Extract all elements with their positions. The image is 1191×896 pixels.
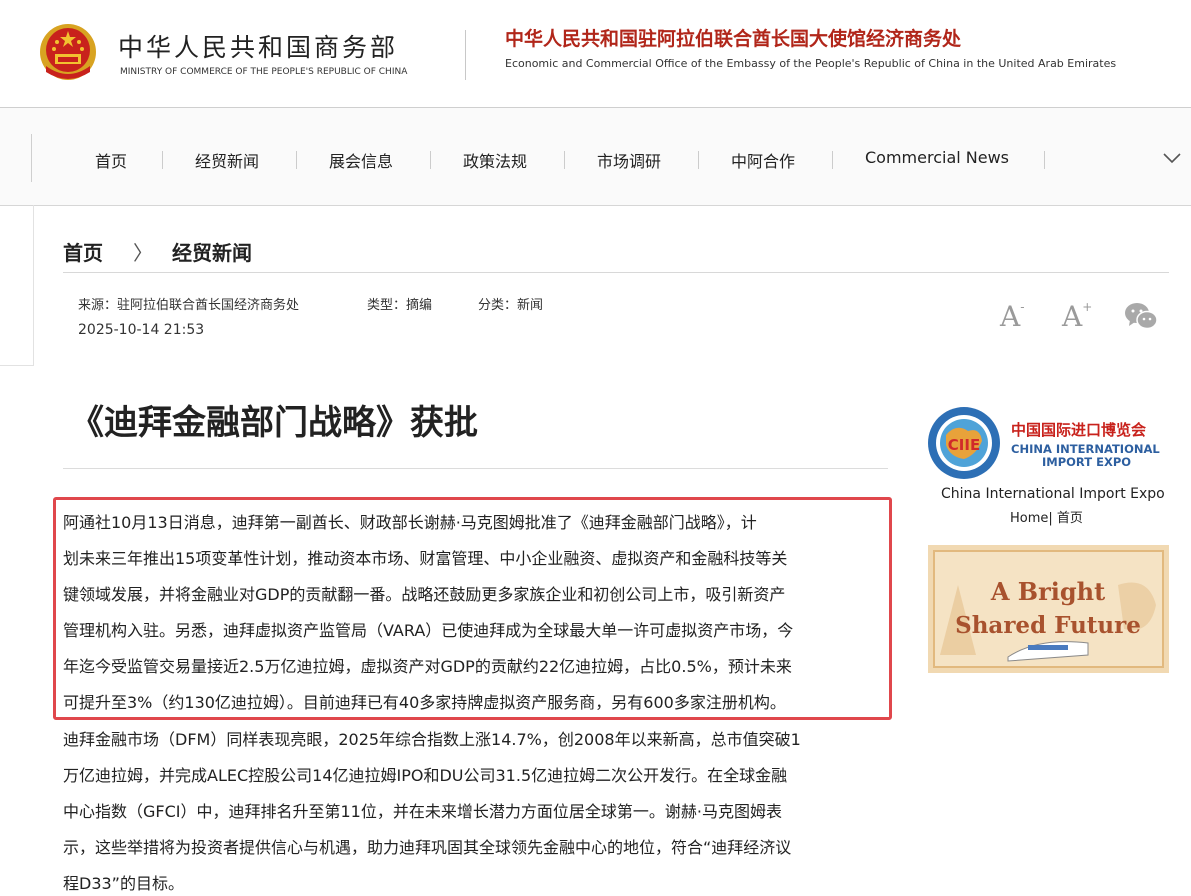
- banner-line1: A Bright: [990, 577, 1105, 606]
- nav-item-trade-news[interactable]: 经贸新闻: [195, 148, 259, 172]
- nav-divider: [31, 134, 32, 182]
- font-decrease-button[interactable]: A-: [1000, 300, 1025, 333]
- nav-separator: [698, 151, 699, 169]
- nav-separator: [1044, 151, 1045, 169]
- nav-separator: [832, 151, 833, 169]
- banner-line2: Shared Future: [955, 612, 1141, 639]
- nav-separator: [296, 151, 297, 169]
- font-increase-label: A: [1062, 300, 1083, 333]
- font-decrease-label: A: [1000, 300, 1021, 333]
- article-line: 管理机构入驻。另悉，迪拜虚拟资产监管局（VARA）已使迪拜成为全球最大单一许可虚…: [63, 621, 794, 640]
- article-line: 万亿迪拉姆，并完成ALEC控股公司14亿迪拉姆IPO和DU公司31.5亿迪拉姆二…: [63, 766, 788, 785]
- article-line: 阿通社10月13日消息，迪拜第一副酋长、财政部长谢赫·马克图姆批准了《迪拜金融部…: [63, 513, 757, 532]
- ciie-logo-cn: 中国国际进口博览会: [1011, 421, 1146, 439]
- nav-item-exhibitions[interactable]: 展会信息: [329, 148, 393, 172]
- left-panel-edge: [0, 205, 34, 366]
- article-category: 分类：新闻: [478, 298, 544, 313]
- chevron-down-icon[interactable]: [1163, 152, 1181, 164]
- nav-item-market-research[interactable]: 市场调研: [597, 148, 661, 172]
- article-title: 《迪拜金融部门战略》获批: [70, 403, 478, 443]
- ciie-home-link[interactable]: Home| 首页: [1010, 507, 1083, 526]
- nav-separator: [430, 151, 431, 169]
- font-increase-button[interactable]: A+: [1062, 300, 1092, 333]
- ciie-logo-en1: CHINA INTERNATIONAL: [1011, 442, 1160, 456]
- nav-separator: [162, 151, 163, 169]
- ciie-logo-en2: IMPORT EXPO: [1042, 455, 1131, 469]
- breadcrumb-home[interactable]: 首页: [63, 237, 103, 266]
- bright-shared-future-banner[interactable]: A Bright Shared Future: [928, 545, 1169, 673]
- article-date: 2025-10-14 21:53: [78, 322, 205, 338]
- main-nav: 首页 经贸新闻 展会信息 政策法规 市场调研 中阿合作 Commercial N…: [0, 108, 1191, 206]
- office-name-cn[interactable]: 中华人民共和国驻阿拉伯联合酋长国大使馆经济商务处: [505, 24, 961, 51]
- nav-separator: [564, 151, 565, 169]
- article-line: 可提升至3%（约130亿迪拉姆）。目前迪拜已有40多家持牌虚拟资产服务商，另有6…: [63, 693, 786, 712]
- title-divider: [63, 468, 888, 469]
- site-header: 中华人民共和国商务部 MINISTRY OF COMMERCE OF THE P…: [0, 0, 1191, 108]
- nav-item-policies[interactable]: 政策法规: [463, 148, 527, 172]
- ministry-name-en[interactable]: MINISTRY OF COMMERCE OF THE PEOPLE'S REP…: [120, 67, 407, 77]
- article-line: 程D33”的目标。: [63, 874, 184, 893]
- article-line: 划未来三年推出15项变革性计划，推动资本市场、财富管理、中小企业融资、虚拟资产和…: [63, 549, 788, 568]
- breadcrumb-divider: [63, 272, 1169, 273]
- header-divider: [465, 30, 466, 80]
- article-line: 中心指数（GFCI）中，迪拜排名升至第11位，并在未来增长潜力方面位居全球第一。…: [63, 802, 782, 821]
- nav-item-china-arab-cooperation[interactable]: 中阿合作: [731, 148, 795, 172]
- ciie-logo[interactable]: CIIE 中国国际进口博览会 CHINA INTERNATIONAL IMPOR…: [926, 405, 1169, 483]
- wechat-icon[interactable]: [1124, 301, 1158, 331]
- breadcrumb-separator: 〉: [133, 241, 153, 265]
- article-line: 示，这些举措将为投资者提供信心与机遇，助力迪拜巩固其全球领先金融中心的地位，符合…: [63, 838, 792, 857]
- breadcrumb-current[interactable]: 经贸新闻: [172, 237, 252, 266]
- ministry-name-cn[interactable]: 中华人民共和国商务部: [118, 28, 398, 64]
- nav-item-commercial-news[interactable]: Commercial News: [865, 148, 1009, 167]
- ciie-mark: CIIE: [948, 436, 980, 454]
- article-line: 迪拜金融市场（DFM）同样表现亮眼，2025年综合指数上涨14.7%，创2008…: [63, 730, 801, 749]
- nav-item-home[interactable]: 首页: [95, 148, 127, 172]
- office-name-en: Economic and Commercial Office of the Em…: [505, 57, 1117, 70]
- national-emblem-icon[interactable]: [38, 22, 98, 84]
- article-source: 来源：驻阿拉伯联合酋长国经济商务处: [78, 298, 300, 313]
- ciie-caption[interactable]: China International Import Expo: [941, 486, 1165, 502]
- article-line: 年迄今受监管交易量接近2.5万亿迪拉姆，虚拟资产对GDP的贡献约22亿迪拉姆，占…: [63, 657, 792, 676]
- article-type: 类型：摘编: [367, 298, 433, 313]
- article-line: 键领域发展，并将金融业对GDP的贡献翻一番。战略还鼓励更多家族企业和初创公司上市…: [63, 585, 786, 604]
